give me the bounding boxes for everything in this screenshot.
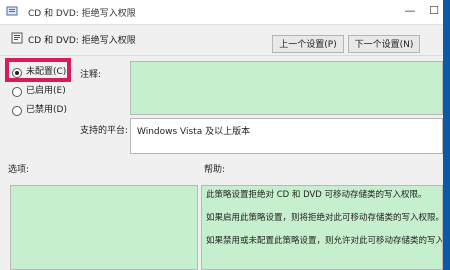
- supported-platform-field: Windows Vista 及以上版本: [130, 118, 443, 154]
- maximize-button[interactable]: ☐: [426, 3, 442, 19]
- help-panel: 此策略设置拒绝对 CD 和 DVD 可移动存储类的写入权限。 如果启用此策略设置…: [201, 185, 443, 270]
- radio-label: 已启用(E): [26, 86, 66, 96]
- header-divider: [0, 55, 443, 56]
- minimize-button[interactable]: —: [402, 3, 418, 19]
- setting-title: CD 和 DVD: 拒绝写入权限: [28, 36, 136, 46]
- help-paragraph: 此策略设置拒绝对 CD 和 DVD 可移动存储类的写入权限。: [206, 190, 427, 200]
- supported-platform-label: 支持的平台:: [80, 126, 129, 136]
- radio-label: 已禁用(D): [26, 105, 67, 115]
- window-title: CD 和 DVD: 拒绝写入权限: [28, 9, 136, 19]
- help-paragraph: 如果禁用或未配置此策略设置，则允许对此可移动存储类的写入权: [206, 236, 443, 246]
- selection-highlight-box: [5, 58, 71, 82]
- policy-icon: [6, 6, 18, 16]
- comment-label: 注释:: [80, 70, 102, 80]
- previous-setting-button[interactable]: 上一个设置(P): [272, 35, 344, 53]
- help-label: 帮助:: [204, 165, 226, 175]
- comment-textarea[interactable]: [130, 61, 443, 115]
- options-panel: [10, 185, 198, 270]
- next-setting-button[interactable]: 下一个设置(N): [348, 35, 420, 53]
- policy-setting-icon: [11, 32, 23, 44]
- window-edge: [443, 0, 450, 270]
- radio-button[interactable]: [12, 87, 22, 97]
- options-label: 选项:: [8, 165, 30, 175]
- radio-button[interactable]: [12, 106, 22, 116]
- help-paragraph: 如果启用此策略设置，则将拒绝对此可移动存储类的写入权限。: [206, 213, 443, 223]
- title-bar: CD 和 DVD: 拒绝写入权限 — ☐: [0, 0, 450, 25]
